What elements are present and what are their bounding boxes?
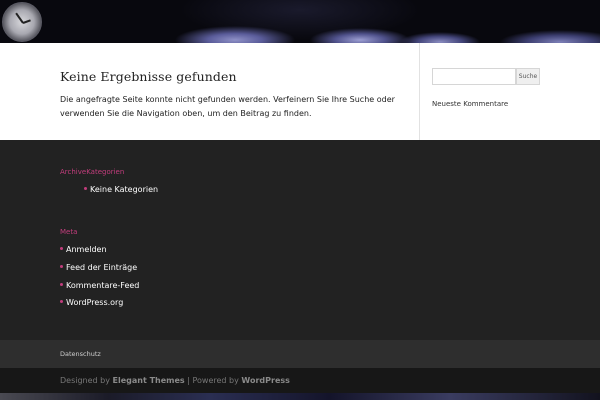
powered-by-label: Powered by <box>192 376 239 385</box>
page-title: Keine Ergebnisse gefunden <box>60 69 237 84</box>
credits-separator: | <box>187 376 190 385</box>
meta-link-login[interactable]: Anmelden <box>60 245 107 254</box>
bullet-icon <box>60 247 63 250</box>
bottom-background-strip <box>0 393 600 400</box>
sidebar-divider <box>419 43 420 140</box>
privacy-link[interactable]: Datenschutz <box>60 350 101 358</box>
meta-link-wordpress-org[interactable]: WordPress.org <box>60 298 123 307</box>
recent-comments-title: Neueste Kommentare <box>432 100 509 108</box>
no-results-message: Die angefragte Seite konnte nicht gefund… <box>60 95 395 118</box>
search-button[interactable]: Suche <box>516 68 540 85</box>
list-item-label: Keine Kategorien <box>90 185 159 194</box>
wordpress-link[interactable]: WordPress <box>241 376 289 385</box>
bullet-icon <box>60 265 63 268</box>
main-content: Keine Ergebnisse gefunden Die angefragte… <box>0 43 600 140</box>
meta-link-comments-feed[interactable]: Kommentare-Feed <box>60 281 139 290</box>
list-item[interactable]: Keine Kategorien <box>84 185 158 194</box>
bullet-icon <box>60 300 63 303</box>
widget-title-categories: ArchiveKategorien <box>60 168 125 176</box>
widget-title-meta: Meta <box>60 228 78 236</box>
designed-by-label: Designed by <box>60 376 110 385</box>
list-item-label: Anmelden <box>66 245 107 254</box>
list-item-label: Kommentare-Feed <box>66 281 140 290</box>
elegant-themes-link[interactable]: Elegant Themes <box>113 376 185 385</box>
footer-widgets: ArchiveKategorien Keine Kategorien Meta … <box>0 140 600 340</box>
footer-credits: Designed by Elegant Themes | Powered by … <box>0 368 600 393</box>
list-item-label: Feed der Einträge <box>66 263 138 272</box>
bottom-nav: Datenschutz <box>0 340 600 368</box>
search-input[interactable] <box>432 68 516 85</box>
search-form: Suche <box>432 68 540 85</box>
bullet-icon <box>84 187 87 190</box>
credits-text: Designed by Elegant Themes | Powered by … <box>60 376 290 385</box>
meta-link-entries-feed[interactable]: Feed der Einträge <box>60 263 137 272</box>
clock-logo-icon[interactable] <box>2 2 42 42</box>
clock-hand <box>22 19 31 24</box>
bullet-icon <box>60 283 63 286</box>
header-banner <box>0 0 600 43</box>
list-item-label: WordPress.org <box>66 298 124 307</box>
